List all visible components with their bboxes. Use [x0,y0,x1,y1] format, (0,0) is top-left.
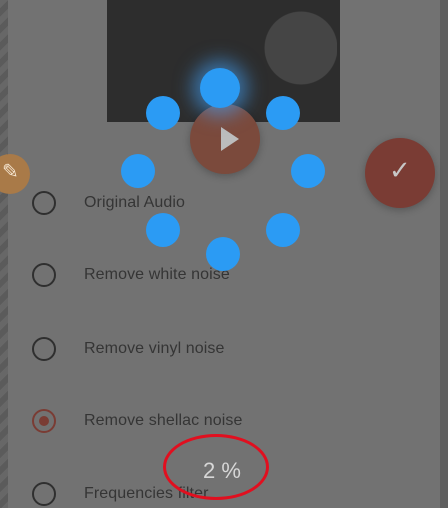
loading-spinner [0,0,448,508]
spinner-dot-right [291,154,325,188]
spinner-dot-bottom-right [266,213,300,247]
progress-text: 2 % [203,458,241,483]
spinner-dot-bottom [206,237,240,271]
spinner-dot-top-right [266,96,300,130]
spinner-dot-bottom-left [146,213,180,247]
spinner-dot-top-left [146,96,180,130]
audio-processing-screen: Original Audio Remove white noise Remove… [0,0,448,508]
spinner-dot-left [121,154,155,188]
spinner-dot-top [200,68,240,108]
